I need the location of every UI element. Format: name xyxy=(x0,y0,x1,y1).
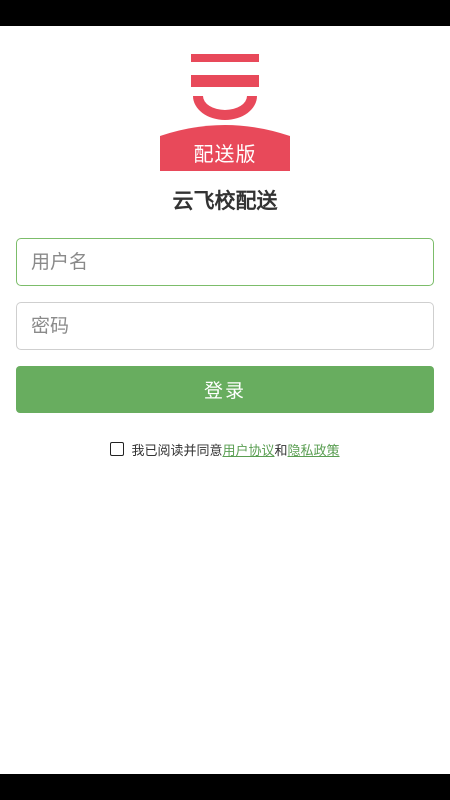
username-field[interactable] xyxy=(16,238,434,286)
password-input[interactable] xyxy=(17,303,433,349)
login-button[interactable]: 登录 xyxy=(16,366,434,413)
navigation-bar xyxy=(0,774,450,800)
status-bar xyxy=(0,0,450,26)
agreement-prefix: 我已阅读并同意 xyxy=(131,443,223,459)
app-logo: 配送版 xyxy=(160,54,290,171)
agreement-and: 和 xyxy=(274,443,288,459)
username-input[interactable] xyxy=(17,239,433,285)
logo-badge-text: 配送版 xyxy=(193,142,257,166)
password-field[interactable] xyxy=(16,302,434,350)
privacy-policy-link[interactable]: 隐私政策 xyxy=(288,440,340,459)
agreement-checkbox[interactable] xyxy=(110,442,125,456)
app-title: 云飞校配送 xyxy=(172,189,278,213)
agreement-row: 我已阅读并同意 用户协议 和 隐私政策 xyxy=(0,439,450,459)
user-agreement-link[interactable]: 用户协议 xyxy=(222,440,274,459)
